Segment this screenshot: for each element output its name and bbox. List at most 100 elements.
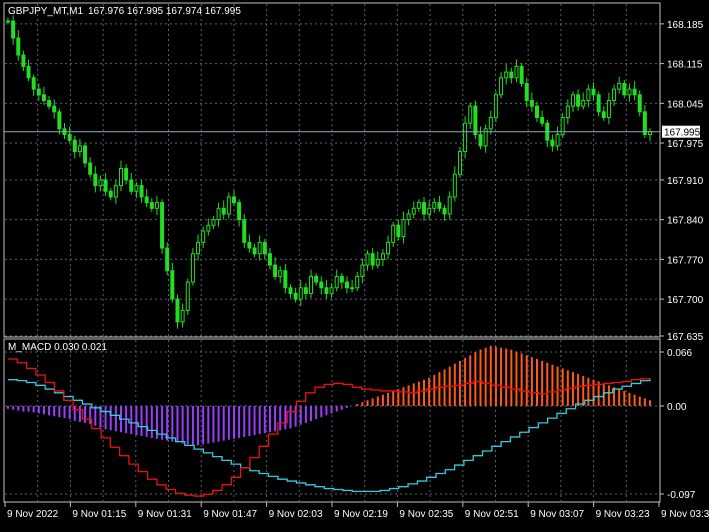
candle-body — [83, 145, 88, 164]
candle-body — [375, 258, 380, 266]
time-tick-label: 9 Nov 2022 — [7, 509, 59, 520]
candle-body — [360, 264, 365, 277]
candle-body — [570, 94, 575, 107]
candle-body — [262, 241, 267, 255]
time-tick-label: 9 Nov 01:31 — [138, 509, 192, 520]
candle-body — [550, 139, 555, 147]
candle-body — [237, 202, 242, 221]
price-tick-label: 167.770 — [667, 255, 704, 266]
indicator-tick-label: -0.097 — [667, 490, 696, 501]
candle-body — [273, 264, 278, 277]
candle-body — [165, 247, 170, 272]
candle-body — [442, 207, 447, 215]
candle-body — [617, 82, 622, 90]
candle-body — [52, 105, 57, 113]
background — [0, 0, 709, 528]
candle-body — [139, 185, 144, 198]
indicator-tick-label: 0.00 — [667, 402, 687, 413]
candle-body — [134, 185, 139, 192]
candle-body — [98, 179, 103, 187]
candle-body — [447, 196, 452, 215]
candle-body — [170, 270, 175, 300]
price-tick-label: 167.700 — [667, 295, 704, 306]
candle-body — [118, 168, 123, 187]
price-tick-label: 167.635 — [667, 332, 704, 343]
price-tick-label: 167.910 — [667, 176, 704, 187]
candle-body — [488, 117, 493, 130]
candle-body — [26, 65, 31, 79]
time-tick-label: 9 Nov 02:19 — [334, 509, 388, 520]
candle-body — [406, 213, 411, 221]
candle-body — [524, 82, 529, 101]
candle-body — [154, 202, 159, 209]
mt4-chart-window[interactable]: 168.185 168.115 168.045 167.975 167.910 167.8… — [0, 0, 709, 528]
candle-body — [314, 275, 319, 283]
candle-body — [637, 94, 642, 113]
candle-body — [422, 202, 427, 215]
time-tick-label: 9 Nov 03:07 — [530, 509, 584, 520]
candle-body — [576, 94, 581, 107]
candle-body — [519, 65, 524, 84]
time-tick-label: 9 Nov 01:15 — [72, 509, 126, 520]
candle-body — [113, 185, 118, 198]
price-tick-label: 167.840 — [667, 216, 704, 227]
price-axis[interactable]: 168.185 168.115 168.045 167.975 167.910 167.8… — [660, 20, 704, 343]
candle-body — [324, 287, 329, 294]
candle-body — [283, 270, 288, 289]
candle-body — [642, 111, 647, 136]
candle-body — [601, 111, 606, 119]
candle-body — [581, 99, 586, 107]
candle-body — [555, 134, 560, 147]
candle-body — [175, 298, 180, 323]
candle-body — [386, 241, 391, 255]
candle-body — [201, 230, 206, 243]
candle-body — [144, 196, 149, 204]
candle-body — [339, 275, 344, 283]
candle-body — [468, 105, 473, 124]
time-tick-label: 9 Nov 02:35 — [399, 509, 453, 520]
candle-body — [288, 287, 293, 294]
candle-body — [267, 253, 272, 266]
candle-body — [452, 173, 457, 198]
candle-body — [380, 253, 385, 260]
candle-body — [160, 202, 165, 249]
candle-body — [457, 151, 462, 175]
candle-body — [432, 202, 437, 209]
candle-body — [185, 281, 190, 311]
candle-body — [298, 287, 303, 300]
candle-body — [252, 247, 257, 255]
candle-body — [206, 224, 211, 232]
candle-body — [103, 179, 108, 192]
candle-body — [622, 82, 627, 96]
candle-body — [226, 196, 231, 215]
candle-body — [365, 253, 370, 266]
candle-body — [77, 145, 82, 153]
candle-body — [329, 287, 334, 294]
candle-body — [293, 292, 298, 300]
candle-body — [591, 88, 596, 96]
candle-body — [216, 207, 221, 221]
candle-body — [355, 275, 360, 289]
current-price-box: 167.995 — [662, 125, 701, 139]
candle-body — [149, 202, 154, 209]
candle-body — [396, 224, 401, 238]
candle-body — [211, 219, 216, 226]
candle-body — [411, 207, 416, 215]
candle-body — [596, 94, 601, 113]
time-tick-label: 9 Nov 02:03 — [269, 509, 323, 520]
ohlc-label: 167.976 167.995 167.974 167.995 — [88, 6, 241, 17]
candle-body — [344, 281, 349, 289]
candle-body — [319, 281, 324, 289]
candle-body — [278, 270, 283, 277]
candle-body — [190, 253, 195, 283]
candle-body — [180, 309, 185, 323]
time-tick-label: 9 Nov 03:23 — [596, 509, 650, 520]
chart-svg[interactable]: 168.185 168.115 168.045 167.975 167.910 167.8… — [0, 0, 709, 528]
candle-body — [88, 162, 93, 175]
candle-body — [31, 77, 36, 90]
candle-body — [437, 202, 442, 209]
candle-body — [93, 173, 98, 187]
candle-body — [632, 88, 637, 96]
symbol-label: GBPJPY_MT,M1 — [8, 6, 83, 17]
candle-body — [504, 71, 509, 79]
